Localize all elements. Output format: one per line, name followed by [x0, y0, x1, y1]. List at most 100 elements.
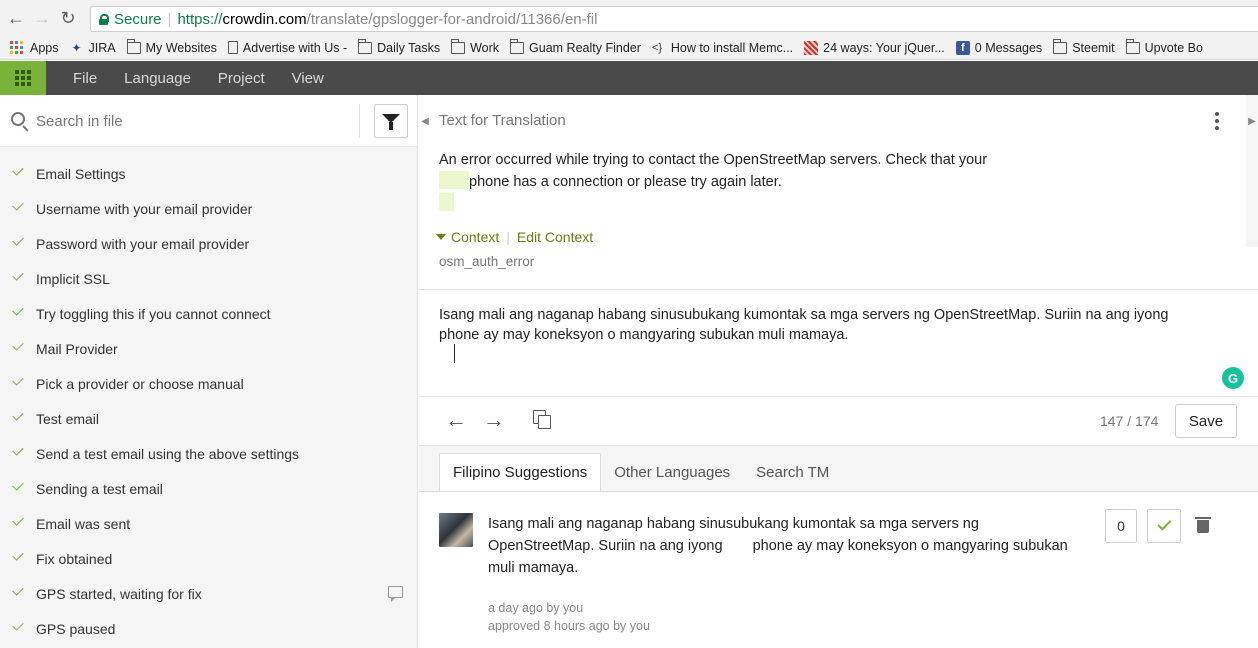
collapse-left-icon[interactable]: ◀: [419, 95, 431, 147]
forward-arrow-icon[interactable]: →: [29, 5, 55, 31]
editor-panel: ◀ ▶ Text for Translation An error occurr…: [419, 95, 1258, 648]
tab-filipino-suggestions[interactable]: Filipino Suggestions: [439, 453, 602, 491]
string-item[interactable]: Try toggling this if you cannot connect: [0, 296, 417, 331]
trash-icon[interactable]: [1195, 516, 1211, 534]
back-arrow-icon[interactable]: ←: [3, 5, 29, 31]
site-icon: [804, 40, 819, 55]
string-item[interactable]: GPS paused: [0, 611, 417, 646]
approve-button[interactable]: [1147, 509, 1181, 543]
tab-search-tm[interactable]: Search TM: [743, 453, 842, 491]
copy-source-icon[interactable]: [533, 410, 553, 430]
bookmark-facebook[interactable]: f 0 Messages: [955, 40, 1042, 55]
folder-icon: [1053, 38, 1068, 54]
tab-other-languages[interactable]: Other Languages: [601, 453, 743, 491]
folder-icon: [1125, 38, 1140, 54]
grammarly-icon[interactable]: G: [1222, 367, 1244, 389]
text-caret: [454, 344, 455, 363]
check-icon: [12, 339, 24, 351]
address-bar[interactable]: Secure | https://crowdin.com/translate/g…: [90, 6, 1258, 32]
page-icon: [227, 41, 238, 54]
source-text: An error occurred while trying to contac…: [439, 149, 1039, 215]
browser-toolbar: ← → ↻ Secure | https://crowdin.com/trans…: [0, 0, 1258, 36]
menu-file[interactable]: File: [73, 70, 97, 87]
check-icon: [12, 374, 24, 386]
bookmark-24ways[interactable]: 24 ways: Your jQuer...: [804, 40, 945, 55]
string-item[interactable]: Send a test email using the above settin…: [0, 436, 417, 471]
bookmark-memcache[interactable]: <} How to install Memc...: [652, 41, 793, 55]
suggestion-meta-approved: approved 8 hours ago by you: [488, 619, 650, 633]
filter-icon: [382, 113, 400, 130]
reload-icon[interactable]: ↻: [55, 5, 81, 31]
triangle-down-icon: [436, 234, 446, 240]
divider: [419, 289, 1258, 290]
string-item[interactable]: Email Settings: [0, 156, 417, 191]
menu-project[interactable]: Project: [218, 70, 265, 87]
bookmark-daily-tasks[interactable]: Daily Tasks: [358, 38, 440, 55]
url-scheme: https://: [177, 10, 223, 28]
avatar: [439, 513, 473, 547]
collapse-right-icon[interactable]: ▶: [1246, 95, 1258, 147]
url-path: /translate/gpslogger-for-android/11366/e…: [306, 10, 598, 28]
lock-icon: [99, 13, 109, 25]
filter-button[interactable]: [374, 104, 408, 138]
jira-icon: ✦: [71, 40, 82, 55]
string-item[interactable]: Email was sent: [0, 506, 417, 541]
context-links: Context | Edit Context: [436, 229, 593, 245]
string-item[interactable]: Implicit SSL: [0, 261, 417, 296]
bookmark-advertise[interactable]: Advertise with Us -: [227, 41, 347, 55]
more-options-icon[interactable]: [1215, 112, 1219, 130]
check-icon: [12, 479, 24, 491]
string-item[interactable]: GPS started, waiting for fix: [0, 576, 417, 611]
string-item[interactable]: Fix obtained: [0, 541, 417, 576]
checkmark-icon: [1157, 516, 1172, 531]
check-icon: [12, 304, 24, 316]
menu-view[interactable]: View: [292, 70, 324, 87]
check-icon: [12, 514, 24, 526]
bookmark-guam-realty[interactable]: Guam Realty Finder: [510, 38, 641, 55]
previous-string-button[interactable]: ←: [444, 408, 468, 432]
string-list: Email Settings Username with your email …: [0, 147, 417, 646]
bookmark-jira[interactable]: ✦ JIRA: [70, 40, 115, 55]
string-item[interactable]: Username with your email provider: [0, 191, 417, 226]
url-host: crowdin.com: [222, 10, 307, 28]
context-key: osm_auth_error: [439, 254, 535, 269]
check-icon: [12, 619, 24, 631]
bookmarks-bar: Apps ✦ JIRA My Websites Advertise with U…: [0, 36, 1258, 60]
check-icon: [12, 549, 24, 561]
bookmark-work[interactable]: Work: [451, 38, 499, 55]
scrollbar[interactable]: [1246, 147, 1258, 247]
search-input[interactable]: [36, 109, 336, 133]
check-icon: [12, 269, 24, 281]
bookmark-upvote[interactable]: Upvote Bo: [1125, 38, 1203, 55]
url-separator: |: [167, 10, 172, 28]
search-divider: [359, 104, 360, 138]
string-item[interactable]: Test email: [0, 401, 417, 436]
whitespace-highlight: [439, 193, 454, 211]
whitespace-highlight: [439, 171, 469, 189]
string-item[interactable]: Pick a provider or choose manual: [0, 366, 417, 401]
context-toggle[interactable]: Context: [451, 229, 499, 245]
app-grid-button[interactable]: [0, 61, 46, 95]
menu-language[interactable]: Language: [124, 70, 191, 87]
suggestion-meta-added: a day ago by you: [488, 601, 584, 615]
code-icon: <}: [651, 41, 663, 54]
edit-context-link[interactable]: Edit Context: [517, 229, 593, 245]
suggestion-tabs: Filipino Suggestions Other Languages Sea…: [439, 453, 842, 491]
bookmark-apps[interactable]: Apps: [10, 40, 59, 55]
bookmark-my-websites[interactable]: My Websites: [126, 38, 217, 55]
next-string-button[interactable]: →: [482, 408, 506, 432]
bookmark-steemit[interactable]: Steemit: [1053, 38, 1115, 55]
folder-icon: [510, 38, 525, 54]
secure-label: Secure: [114, 10, 162, 28]
string-item[interactable]: Password with your email provider: [0, 226, 417, 261]
string-item[interactable]: Sending a test email: [0, 471, 417, 506]
translation-textarea[interactable]: Isang mali ang naganap habang sinusubuka…: [439, 305, 1199, 345]
suggestion-text[interactable]: Isang mali ang naganap habang sinusubuka…: [488, 513, 1088, 579]
comment-icon[interactable]: [388, 586, 403, 602]
save-button[interactable]: Save: [1175, 404, 1237, 438]
suggestion-item: Isang mali ang naganap habang sinusubuka…: [419, 491, 1258, 648]
string-item[interactable]: Mail Provider: [0, 331, 417, 366]
facebook-icon: f: [955, 40, 970, 55]
vote-count[interactable]: 0: [1105, 509, 1137, 543]
folder-icon: [358, 38, 373, 54]
